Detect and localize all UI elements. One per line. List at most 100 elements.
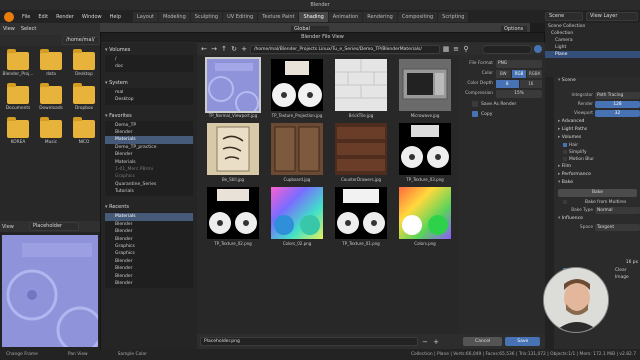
list-item[interactable]: Materials: [105, 213, 193, 221]
section-bake[interactable]: Bake: [555, 179, 640, 187]
tab-modeling[interactable]: Modeling: [159, 11, 190, 22]
color-rgb-button[interactable]: RGB: [511, 69, 527, 78]
menu-window[interactable]: Window: [78, 14, 106, 20]
tab-scripting[interactable]: Scripting: [438, 11, 469, 22]
depth-8-button[interactable]: 8: [496, 79, 519, 88]
margin-field[interactable]: 16 px: [595, 259, 640, 266]
motion-blur-checkbox[interactable]: Motion Blur: [555, 156, 640, 163]
list-item[interactable]: Graphics: [105, 250, 193, 257]
increment-icon[interactable]: +: [432, 338, 440, 346]
outliner-row[interactable]: Camera: [545, 37, 640, 44]
file-format-select[interactable]: PNG: [496, 59, 542, 68]
folder-item[interactable]: data: [35, 49, 67, 83]
list-item[interactable]: mal: [105, 89, 193, 96]
scene-header[interactable]: Scene: [555, 77, 640, 85]
tab-layout[interactable]: Layout: [133, 11, 158, 22]
list-item[interactable]: doc: [105, 63, 193, 70]
viewport-samples-field[interactable]: 32: [595, 109, 640, 117]
file-thumbnail[interactable]: TP_Texture_Projection.jpg: [267, 59, 327, 123]
view-layer-selector[interactable]: View Layer: [586, 12, 638, 21]
file-thumbnail[interactable]: Colors.png: [395, 187, 455, 251]
list-item[interactable]: Graphics: [105, 243, 193, 250]
outliner-row[interactable]: Collection: [545, 30, 640, 37]
tab-shading[interactable]: Shading: [299, 11, 328, 22]
display-mode-icon[interactable]: ▦: [442, 45, 450, 53]
file-thumbnail[interactable]: TP_Texture_01.png: [331, 187, 391, 251]
folder-item[interactable]: KOREA: [2, 117, 34, 151]
scene-selector[interactable]: Scene: [545, 12, 583, 21]
section-film[interactable]: Film: [555, 163, 640, 171]
outliner-row[interactable]: Light: [545, 44, 640, 51]
view-menu[interactable]: View: [0, 26, 18, 32]
sort-icon[interactable]: ≡: [452, 45, 460, 53]
render-samples-field[interactable]: 128: [595, 100, 640, 108]
blender-logo-icon[interactable]: [4, 11, 14, 22]
list-item[interactable]: Materials: [105, 136, 193, 144]
tab-compositing[interactable]: Compositing: [397, 11, 438, 22]
section-volumes[interactable]: Volumes: [101, 45, 197, 55]
depth-16-button[interactable]: 16: [519, 79, 542, 88]
list-item[interactable]: Blender: [105, 228, 193, 235]
integrator-select[interactable]: Path Tracing: [595, 91, 640, 99]
compression-slider[interactable]: 15%: [496, 89, 542, 98]
folder-item[interactable]: Music: [35, 117, 67, 151]
list-item[interactable]: Blender: [105, 236, 193, 243]
file-browser-path[interactable]: /home/mal/: [62, 36, 100, 45]
color-bw-button[interactable]: BW: [496, 69, 511, 78]
parent-dir-icon[interactable]: ↑: [220, 45, 228, 53]
file-thumbnail[interactable]: Be_Still.jpg: [203, 123, 263, 187]
list-item[interactable]: Blender: [105, 129, 193, 136]
list-item[interactable]: 1-01_Merc.PBrmi: [105, 166, 193, 173]
directory-path-field[interactable]: /home/mal/Blender_Projects Linux/Tu_e_Se…: [250, 44, 440, 54]
filename-input[interactable]: Placeholder.png: [200, 337, 418, 346]
filter-icon[interactable]: ⚲: [462, 45, 470, 53]
list-item[interactable]: Quarantine_Series: [105, 181, 193, 188]
list-item[interactable]: Tutorials: [105, 188, 193, 195]
file-thumbnail[interactable]: Colors_02.png: [267, 187, 327, 251]
section-influence[interactable]: Influence: [555, 215, 640, 223]
list-item[interactable]: Blender: [105, 151, 193, 158]
image-view-menu[interactable]: View: [2, 224, 14, 230]
list-item[interactable]: Blender: [105, 265, 193, 272]
folder-item[interactable]: Dropbox: [68, 83, 100, 117]
color-rgba-button[interactable]: RGBA: [527, 69, 543, 78]
list-item[interactable]: Blender: [105, 280, 193, 287]
folder-item[interactable]: Desktop: [68, 49, 100, 83]
bake-type-select[interactable]: Normal: [595, 206, 640, 214]
list-item[interactable]: Demo_TP_practice: [105, 144, 193, 151]
gear-icon[interactable]: [534, 45, 542, 53]
file-thumbnail[interactable]: BrickTile.jpg: [331, 59, 391, 123]
simplify-checkbox[interactable]: Simplify: [555, 149, 640, 156]
outliner-row[interactable]: Plane: [545, 51, 640, 58]
menu-file[interactable]: File: [18, 14, 34, 20]
menu-render[interactable]: Render: [52, 14, 78, 20]
tab-rendering[interactable]: Rendering: [363, 11, 397, 22]
file-thumbnail[interactable]: TP_Texture_03.png: [395, 123, 455, 187]
image-selector[interactable]: Placeholder: [28, 222, 79, 231]
save-button[interactable]: Save: [505, 337, 541, 346]
copy-checkbox[interactable]: Copy: [472, 110, 542, 118]
bake-button[interactable]: Bake: [558, 189, 637, 197]
normal-map-canvas[interactable]: [2, 235, 98, 347]
section-light-paths[interactable]: Light Paths: [555, 126, 640, 134]
tab-sculpting[interactable]: Sculpting: [190, 11, 223, 22]
refresh-icon[interactable]: ↻: [230, 45, 238, 53]
folder-item[interactable]: Downloads: [35, 83, 67, 117]
tab-animation[interactable]: Animation: [328, 11, 363, 22]
section-advanced[interactable]: Advanced: [555, 118, 640, 126]
file-thumbnail[interactable]: TP_Normal_Viewport.jpg: [203, 57, 263, 123]
decrement-icon[interactable]: −: [421, 338, 429, 346]
file-thumbnail[interactable]: Microwave.jpg: [395, 59, 455, 123]
list-item[interactable]: Blender: [105, 258, 193, 265]
forward-icon[interactable]: →: [210, 45, 218, 53]
save-as-render-checkbox[interactable]: Save As Render: [472, 100, 542, 108]
list-item[interactable]: Materials: [105, 159, 193, 166]
section-favorites[interactable]: Favorites: [101, 111, 197, 121]
list-item[interactable]: Blender: [105, 273, 193, 280]
space-select[interactable]: Tangent: [595, 223, 640, 231]
menu-help[interactable]: Help: [106, 14, 125, 20]
tab-texture-paint[interactable]: Texture Paint: [258, 11, 299, 22]
search-input[interactable]: [482, 44, 532, 54]
file-thumbnail[interactable]: TP_Texture_02.png: [203, 187, 263, 251]
folder-item[interactable]: NICO: [68, 117, 100, 151]
